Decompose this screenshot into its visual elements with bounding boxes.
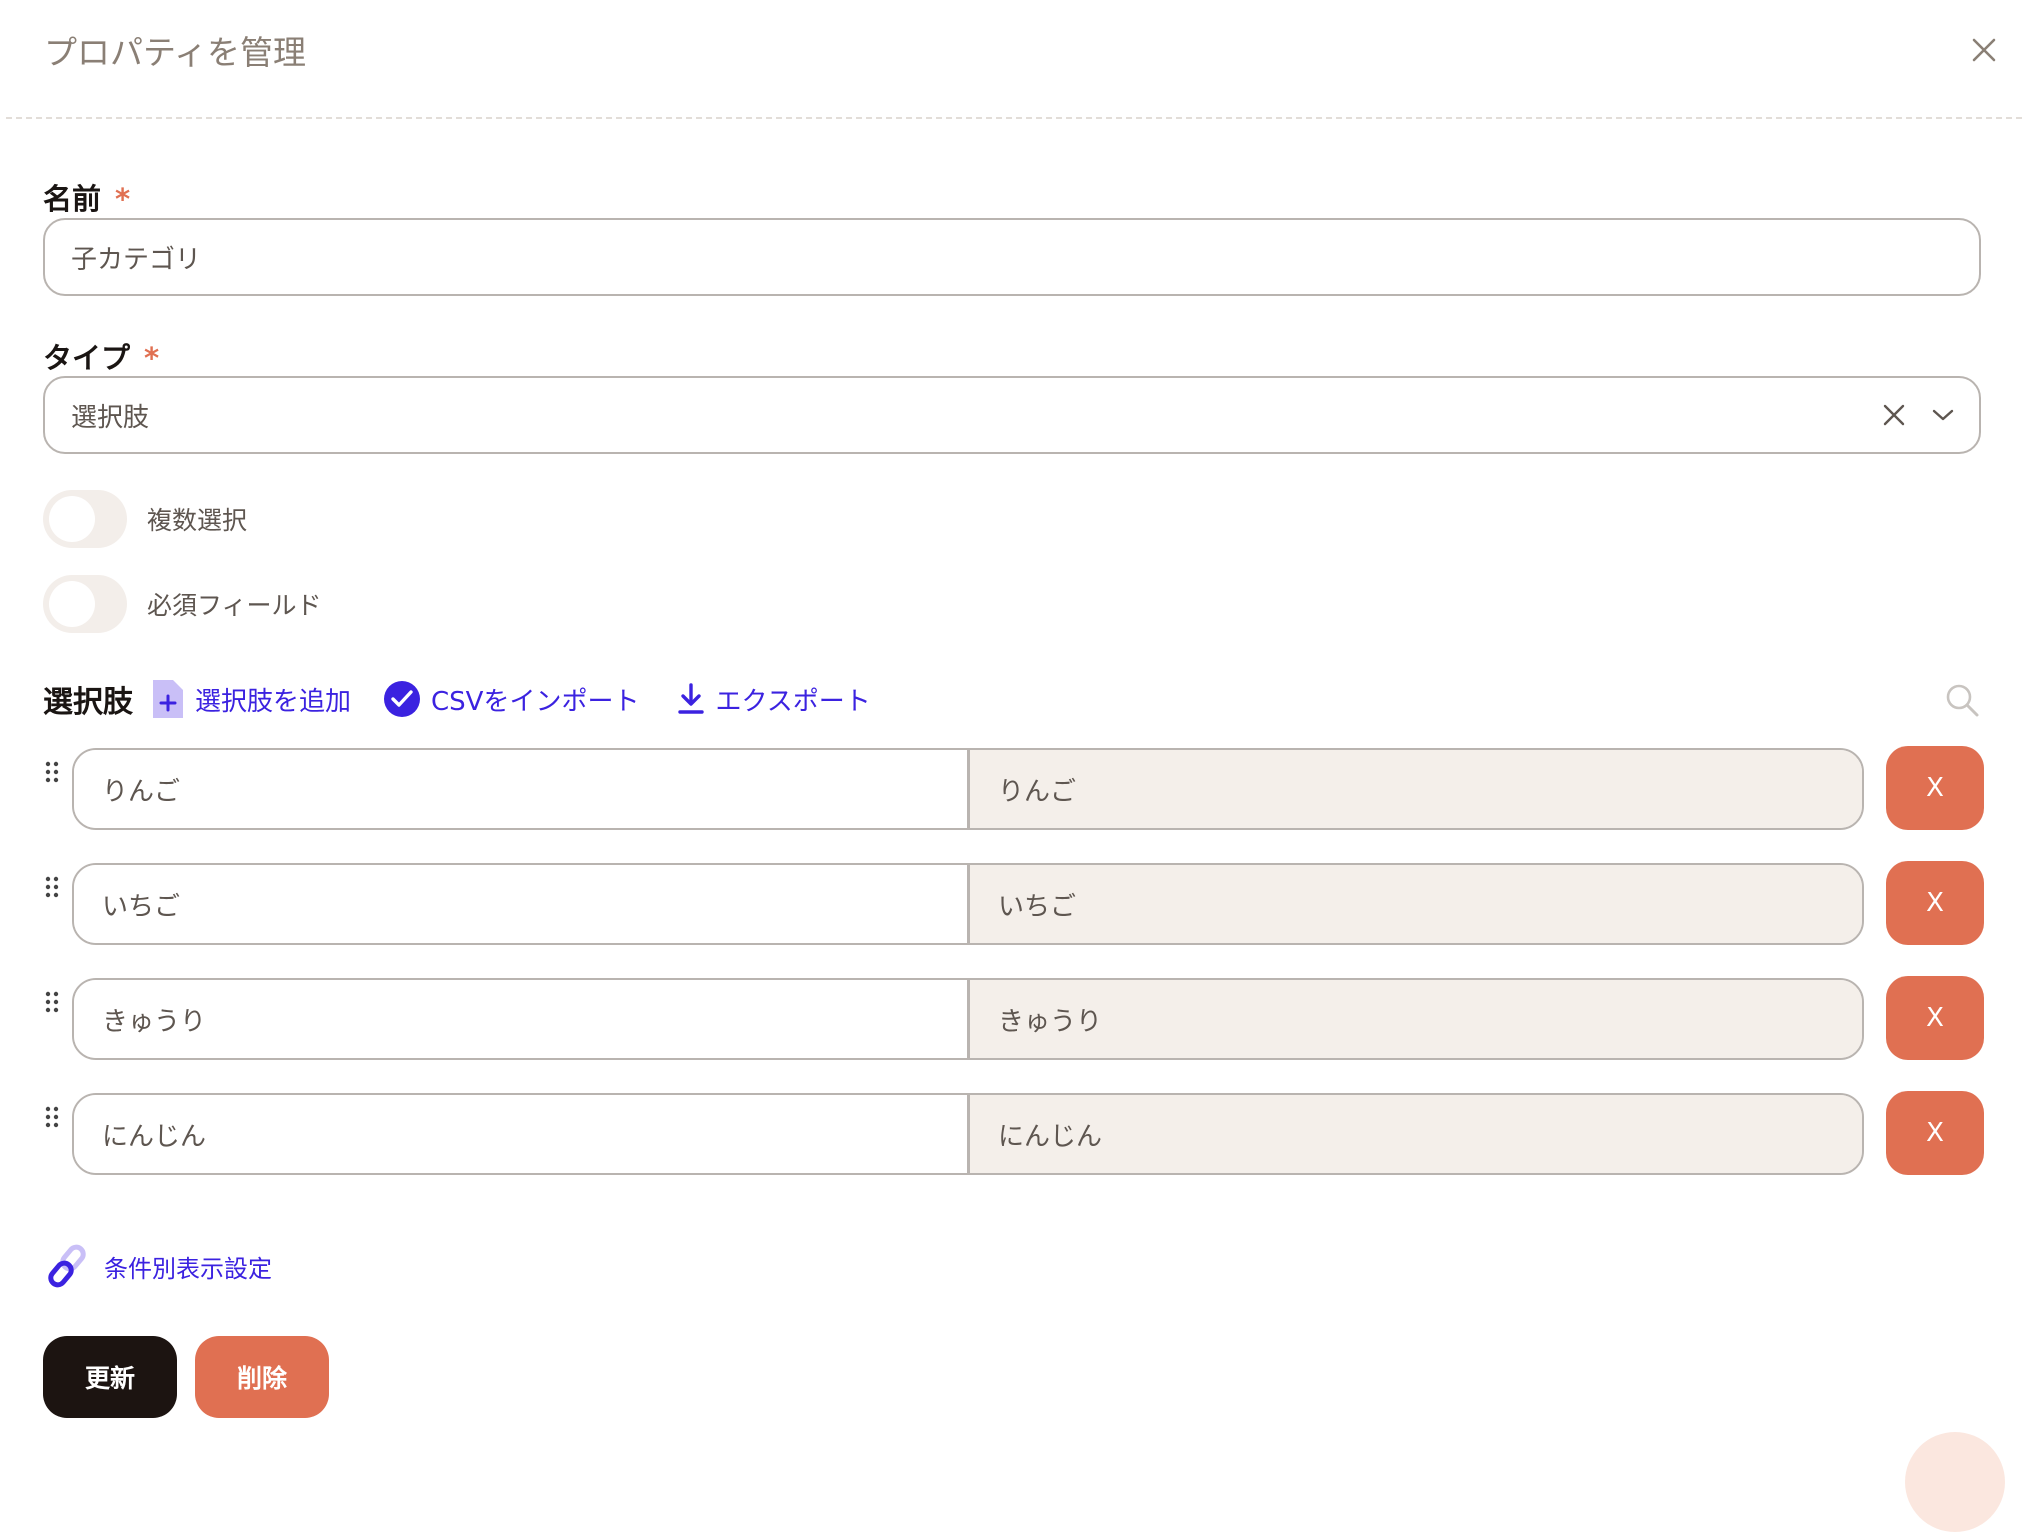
delete-button[interactable]: 削除 [195,1336,329,1418]
required-field-toggle[interactable] [43,575,127,633]
header-divider [6,117,2022,119]
option-value-readonly: きゅうり [970,980,1862,1058]
option-value-readonly: にんじん [970,1095,1862,1173]
option-row: りんご りんご X [40,746,1986,830]
option-value-readonly: りんご [970,750,1862,828]
add-option-label: 選択肢を追加 [195,686,352,717]
option-input-group: きゅうり きゅうり [72,978,1864,1060]
toggle-knob [49,496,95,542]
option-name-input[interactable]: りんご [74,750,970,828]
download-icon [678,683,705,714]
import-csv-link[interactable]: CSVをインポート [383,680,639,718]
name-label: 名前 [43,182,102,216]
option-name-input[interactable]: いちご [74,865,970,943]
dialog-title: プロパティを管理 [44,33,307,72]
option-row: にんじん にんじん X [40,1091,1986,1175]
multi-select-row: 複数選択 [43,490,247,548]
chevron-down-icon[interactable] [1931,407,1955,423]
remove-option-button[interactable]: X [1886,861,1984,945]
type-select-value: 選択肢 [71,402,150,433]
close-button[interactable] [1964,30,2004,70]
remove-option-button[interactable]: X [1886,746,1984,830]
add-option-link[interactable]: 選択肢を追加 [151,678,351,720]
drag-handle-icon[interactable] [40,758,64,788]
conditional-display-label: 条件別表示設定 [104,1254,272,1283]
options-label: 選択肢 [43,685,133,720]
export-link[interactable]: エクスポート [677,681,871,718]
option-input-group: にんじん にんじん [72,1093,1864,1175]
floating-help-button[interactable] [1905,1432,2005,1532]
type-label-row: タイプ * [43,335,159,377]
option-input-group: いちご いちご [72,863,1864,945]
type-label: タイプ [43,341,131,375]
options-header: 選択肢 選択肢を追加 CSVをインポート エクスポート [43,674,871,724]
remove-option-button[interactable]: X [1886,976,1984,1060]
check-circle-icon [384,681,421,717]
drag-handle-icon[interactable] [40,988,64,1018]
required-field-row: 必須フィールド [43,575,322,633]
file-plus-icon [153,680,183,718]
clear-icon[interactable] [1883,404,1905,426]
required-field-label: 必須フィールド [147,591,322,620]
option-name-input[interactable]: きゅうり [74,980,970,1058]
link-icon [48,1244,86,1288]
conditional-display-link[interactable]: 条件別表示設定 [44,1242,272,1290]
required-mark: * [144,341,160,375]
search-icon[interactable] [1944,682,1980,718]
name-input[interactable]: 子カテゴリ [43,218,1981,296]
import-csv-label: CSVをインポート [431,686,640,717]
drag-handle-icon[interactable] [40,873,64,903]
update-button[interactable]: 更新 [43,1336,177,1418]
toggle-knob [49,581,95,627]
type-select[interactable]: 選択肢 [43,376,1981,454]
drag-handle-icon[interactable] [40,1103,64,1133]
option-value-readonly: いちご [970,865,1862,943]
name-label-row: 名前 * [43,176,130,218]
required-mark: * [115,182,131,216]
name-input-value: 子カテゴリ [71,244,202,275]
close-icon [1972,38,1996,62]
option-input-group: りんご りんご [72,748,1864,830]
export-label: エクスポート [715,686,871,717]
option-row: きゅうり きゅうり X [40,976,1986,1060]
multi-select-toggle[interactable] [43,490,127,548]
option-name-input[interactable]: にんじん [74,1095,970,1173]
remove-option-button[interactable]: X [1886,1091,1984,1175]
multi-select-label: 複数選択 [147,506,248,535]
option-row: いちご いちご X [40,861,1986,945]
